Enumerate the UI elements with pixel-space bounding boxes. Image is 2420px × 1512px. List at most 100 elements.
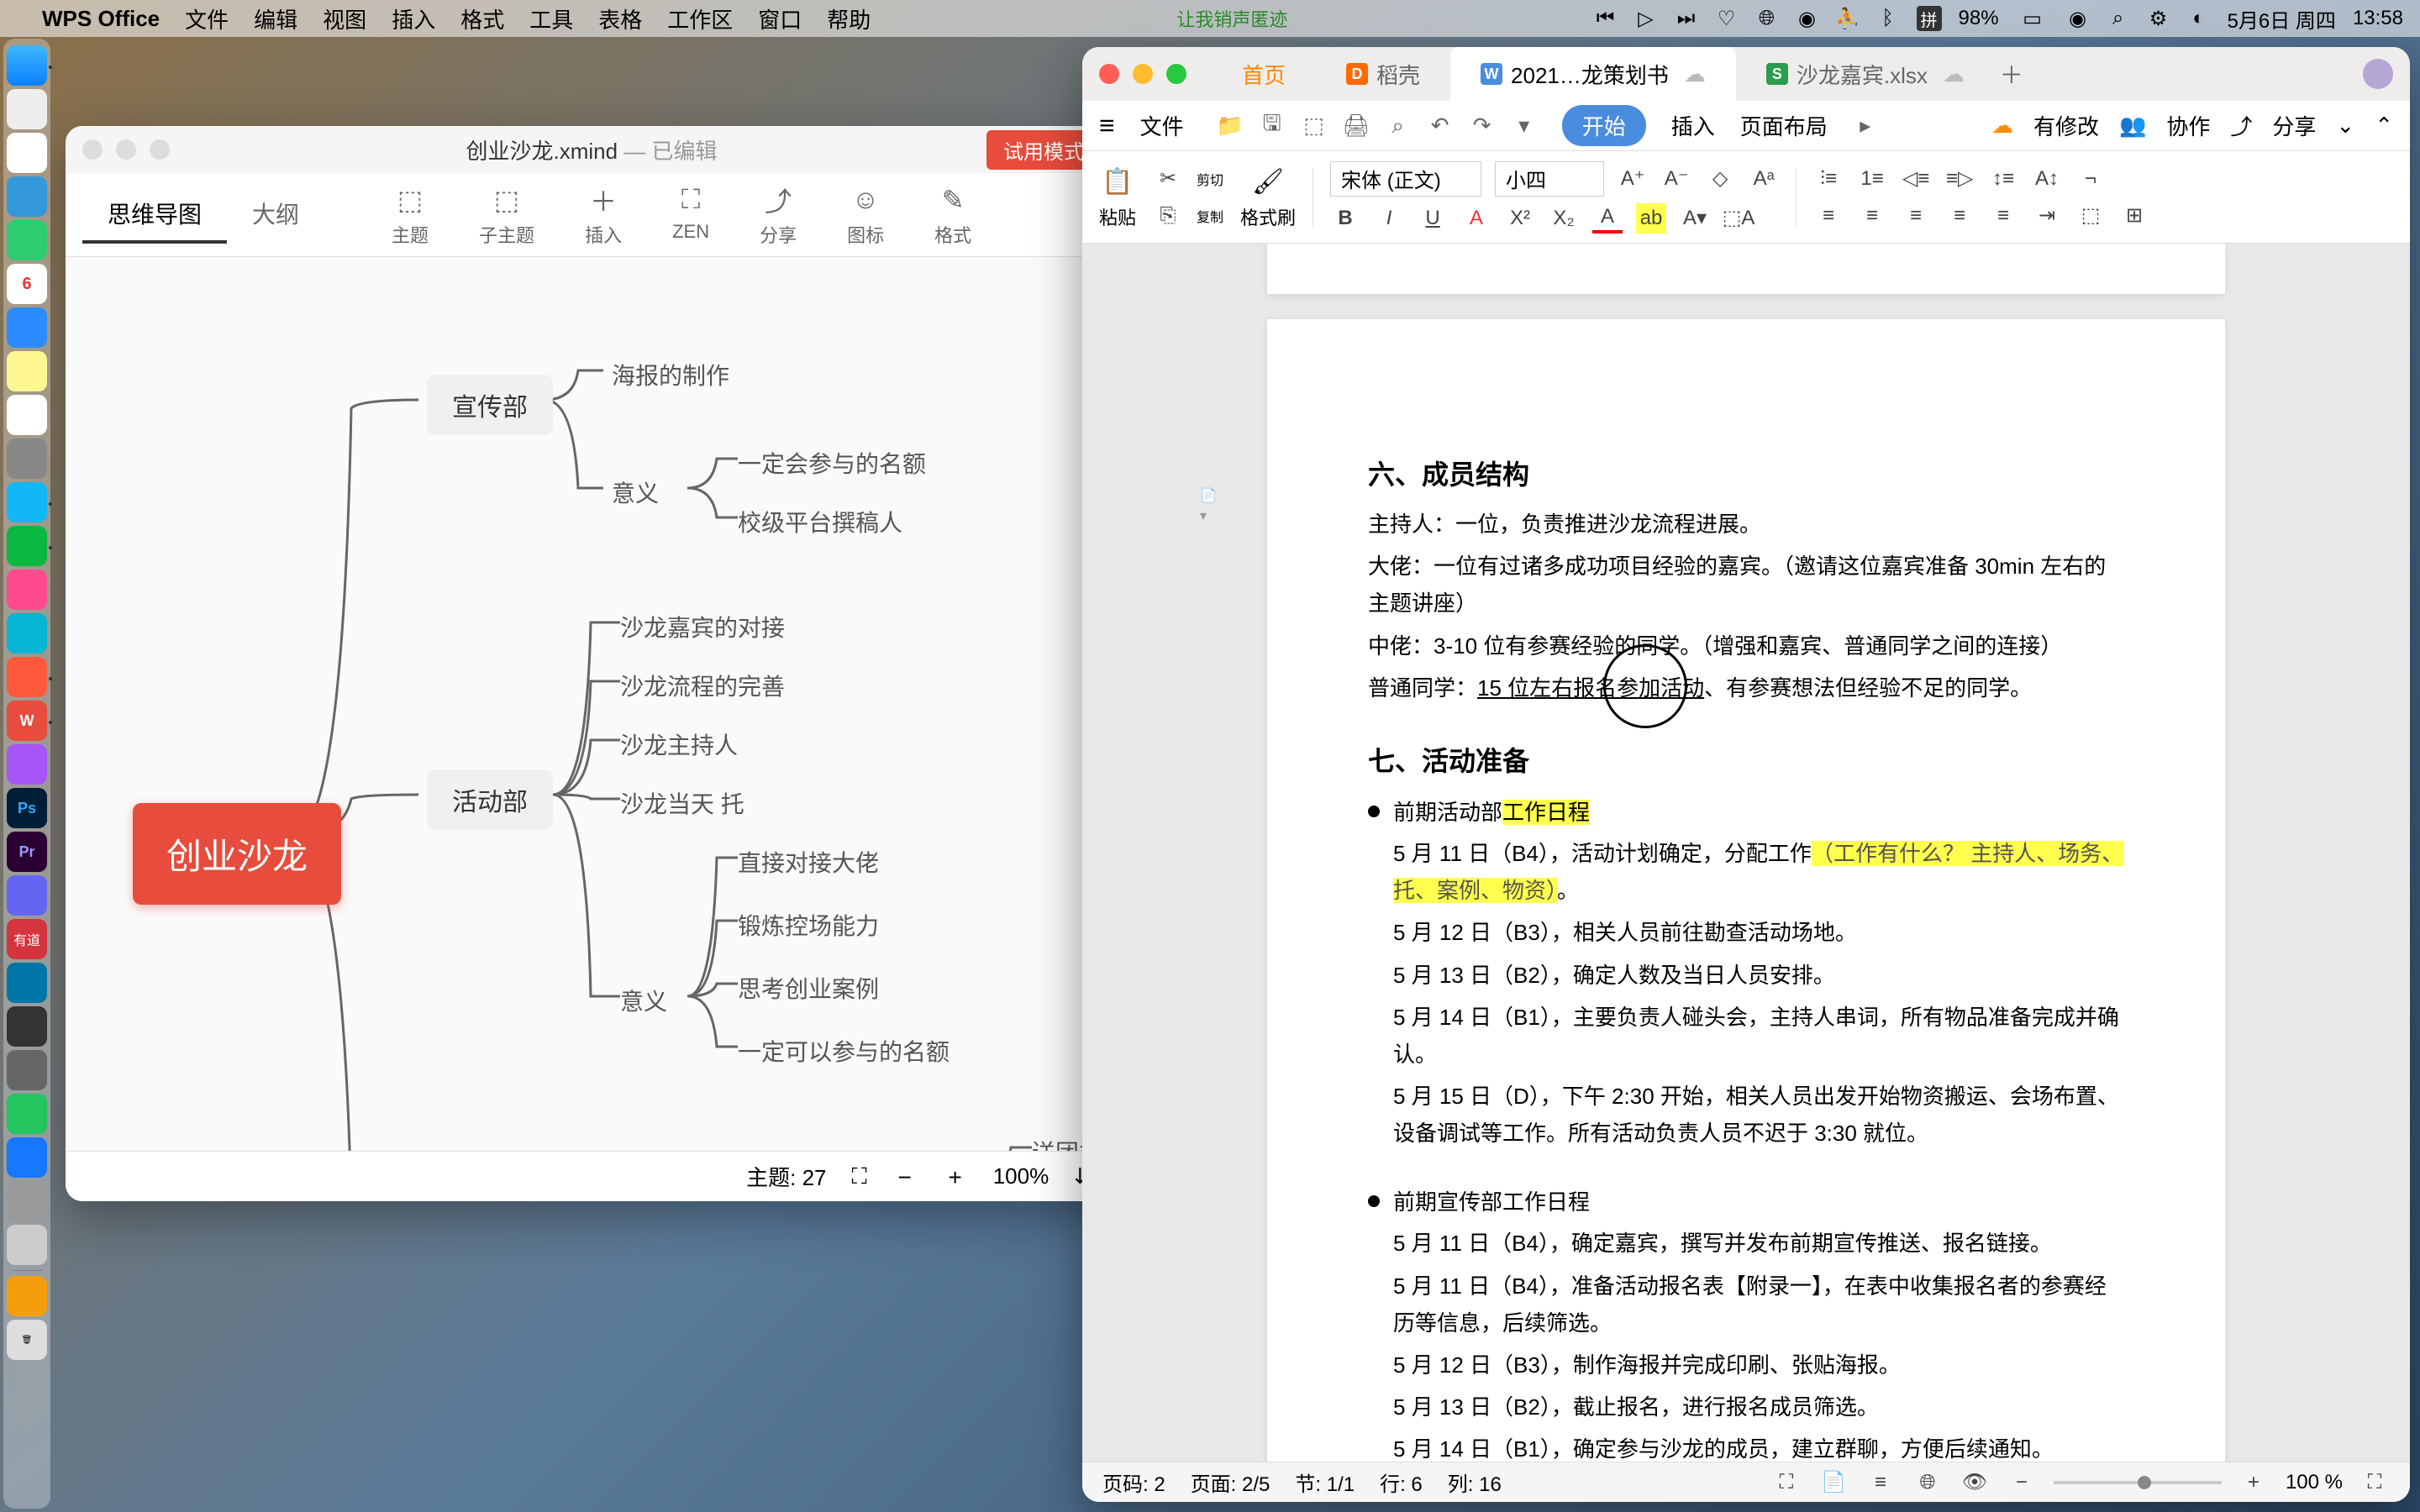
hamburger-icon[interactable]: ≡ [1099, 110, 1115, 141]
menu-workspace[interactable]: 工作区 [667, 3, 733, 34]
media-prev-icon[interactable]: ⏮ [1594, 7, 1618, 30]
doc-paragraph[interactable]: 5 月 13 日（B2），确定人数及当日人员安排。 [1393, 957, 2124, 994]
align-center-button[interactable]: ≡ [1857, 201, 1887, 231]
distribute-button[interactable]: ≡ [1988, 201, 2018, 231]
doc-paragraph[interactable]: 5 月 14 日（B1），主要负责人碰头会，主持人串词，所有物品准备完成并确认。 [1393, 999, 2124, 1073]
dock-appstore[interactable] [7, 307, 47, 348]
line-spacing-button[interactable]: ↕≡ [1988, 164, 2018, 194]
row-indicator[interactable]: 行: 6 [1380, 1467, 1423, 1497]
dock-photoshop[interactable]: Ps [7, 788, 47, 828]
add-tab-button[interactable]: ＋ [1995, 57, 2028, 91]
spotlight-icon[interactable]: ⌕ [2107, 7, 2130, 30]
tab-mindmap[interactable]: 思维导图 [82, 186, 227, 244]
zoom-slider[interactable] [2054, 1481, 2222, 1484]
align-left-button[interactable]: ≡ [1813, 201, 1844, 231]
mindmap-sub[interactable]: 一定会参与的名额 [738, 446, 926, 480]
more-arrow-icon[interactable]: ▸ [1853, 113, 1878, 139]
fit-page-icon[interactable]: ⛶ [2360, 1467, 2390, 1498]
sort-button[interactable]: A↕ [2032, 164, 2062, 194]
mindmap-sub[interactable]: 一定可以参与的名额 [738, 1034, 950, 1068]
now-playing[interactable]: 让我销声匿迹 [1176, 9, 1287, 30]
menu-format[interactable]: 格式 [460, 3, 504, 34]
fit-icon[interactable]: ⛶ [852, 1163, 867, 1190]
menu-insert[interactable]: 插入 [392, 3, 435, 34]
mindmap-root[interactable]: 创业沙龙 [133, 803, 341, 905]
doc-paragraph[interactable]: 主持人：一位，负责推进沙龙流程进展。 [1368, 506, 2124, 543]
menu-layout[interactable]: 页面布局 [1740, 110, 1828, 141]
font-color-button[interactable]: A [1592, 203, 1623, 234]
doc-paragraph[interactable]: 5 月 15 日（D），下午 2:30 开始，相关人员出发开始物资搬运、会场布置… [1393, 1078, 2124, 1152]
zoom-in-button[interactable]: + [2238, 1467, 2269, 1498]
copy-label[interactable]: 复制 [1197, 206, 1223, 226]
time-display[interactable]: 13:58 [2353, 7, 2403, 30]
mindmap-sub[interactable]: 意义 [612, 475, 659, 509]
tool-subtopic[interactable]: ⬚子主题 [479, 182, 534, 248]
wifi-icon[interactable]: ◉ [2066, 7, 2090, 30]
chevron-down-icon[interactable]: ⌄ [2336, 113, 2354, 139]
clear-format-icon[interactable]: ◇ [1705, 164, 1735, 194]
control-center-icon[interactable]: ⚙ [2147, 7, 2170, 30]
dock-matlab[interactable] [7, 963, 47, 1003]
font-size-select[interactable] [1495, 161, 1604, 197]
zoom-out-button[interactable]: − [892, 1164, 918, 1189]
show-marks-button[interactable]: ¬ [2075, 164, 2106, 194]
zoom-level[interactable]: 100% [993, 1163, 1050, 1189]
dock-downloads[interactable] [7, 1276, 47, 1316]
underline-button[interactable]: U [1418, 203, 1448, 234]
view-outline-icon[interactable]: ≡ [1865, 1467, 1896, 1498]
doc-paragraph[interactable]: 5 月 11 日（B4），活动计划确定，分配工作（工作有什么？ 主持人、场务、托… [1393, 835, 2124, 909]
bold-button[interactable]: B [1330, 203, 1360, 234]
shading-button[interactable]: ⬚ [2075, 201, 2106, 231]
dock-app-c[interactable] [7, 744, 47, 785]
superscript-button[interactable]: X² [1505, 203, 1535, 234]
app-name[interactable]: WPS Office [42, 6, 160, 32]
siri-icon[interactable]: ◐ [2187, 7, 2211, 30]
tool-insert[interactable]: ＋插入 [585, 182, 622, 248]
minimize-button[interactable] [1133, 64, 1153, 84]
font-increase-icon[interactable]: A⁺ [1618, 164, 1648, 194]
dock-finder[interactable] [7, 45, 47, 86]
minimize-button[interactable] [116, 139, 136, 160]
save-icon[interactable]: 🖫 [1260, 113, 1285, 139]
wps-document-viewport[interactable]: 📄 ▾ 六、成员结构 主持人：一位，负责推进沙龙流程进展。 大佬：一位有过诸多成… [1082, 244, 2410, 1462]
doc-paragraph[interactable]: 5 月 11 日（B4），准备活动报名表【附录一】，在表中收集报名者的参赛经历等… [1393, 1268, 2124, 1341]
cloud-warn-icon[interactable]: ☁ [1991, 113, 2013, 139]
circle-dot-icon[interactable]: ◉ [1796, 7, 1819, 30]
xmind-titlebar[interactable]: 创业沙龙.xmind — 已编辑 试用模式 [66, 126, 1118, 173]
tool-zen[interactable]: ⛶ZEN [672, 182, 709, 248]
dock-youdao[interactable]: 有道 [7, 919, 47, 959]
tab-outline[interactable]: 大纲 [227, 186, 324, 244]
mindmap-sub[interactable]: 锻炼控场能力 [738, 908, 879, 942]
changes-label[interactable]: 有修改 [2033, 110, 2099, 141]
paste-button[interactable]: 📋粘贴 [1099, 165, 1136, 230]
mindmap-sub[interactable]: 沙龙流程的完善 [620, 669, 785, 702]
menu-start[interactable]: 开始 [1562, 105, 1646, 146]
subscript-button[interactable]: X₂ [1549, 203, 1579, 234]
input-method-icon[interactable]: 拼 [1917, 6, 1942, 31]
cut-icon[interactable]: ✂ [1153, 164, 1183, 194]
menu-insert[interactable]: 插入 [1671, 110, 1715, 141]
mindmap-sub[interactable]: 直接对接大佬 [738, 845, 879, 879]
format-brush-button[interactable]: 🖌格式刷 [1240, 165, 1296, 230]
mindmap-sub[interactable]: 沙龙嘉宾的对接 [620, 610, 785, 643]
globe-icon[interactable]: 🌐︎ [1755, 7, 1779, 30]
heart-icon[interactable]: ♡ [1715, 7, 1739, 30]
media-play-icon[interactable]: ▷ [1634, 7, 1658, 30]
close-button[interactable] [82, 139, 103, 160]
strikethrough-button[interactable]: A [1461, 203, 1491, 234]
dock-trash[interactable]: 🗑 [7, 1320, 47, 1360]
align-right-button[interactable]: ≡ [1901, 201, 1931, 231]
zoom-in-button[interactable]: + [943, 1164, 968, 1189]
maximize-button[interactable] [150, 139, 170, 160]
mindmap-sub[interactable]: 海报的制作 [612, 358, 729, 391]
menu-help[interactable]: 帮助 [827, 3, 871, 34]
dock-sysprefs[interactable] [7, 438, 47, 479]
dropdown-icon[interactable]: ▾ [1512, 113, 1537, 139]
person-icon[interactable]: ⛹ [1836, 7, 1860, 30]
italic-button[interactable]: I [1374, 203, 1404, 234]
wps-tab-daoke[interactable]: D稻壳 [1316, 47, 1450, 102]
menu-view[interactable]: 视图 [323, 3, 366, 34]
highlight-button[interactable]: ab [1636, 203, 1666, 234]
zoom-value[interactable]: 100 % [2286, 1471, 2343, 1494]
heading-6[interactable]: 六、成员结构 [1368, 454, 2124, 492]
